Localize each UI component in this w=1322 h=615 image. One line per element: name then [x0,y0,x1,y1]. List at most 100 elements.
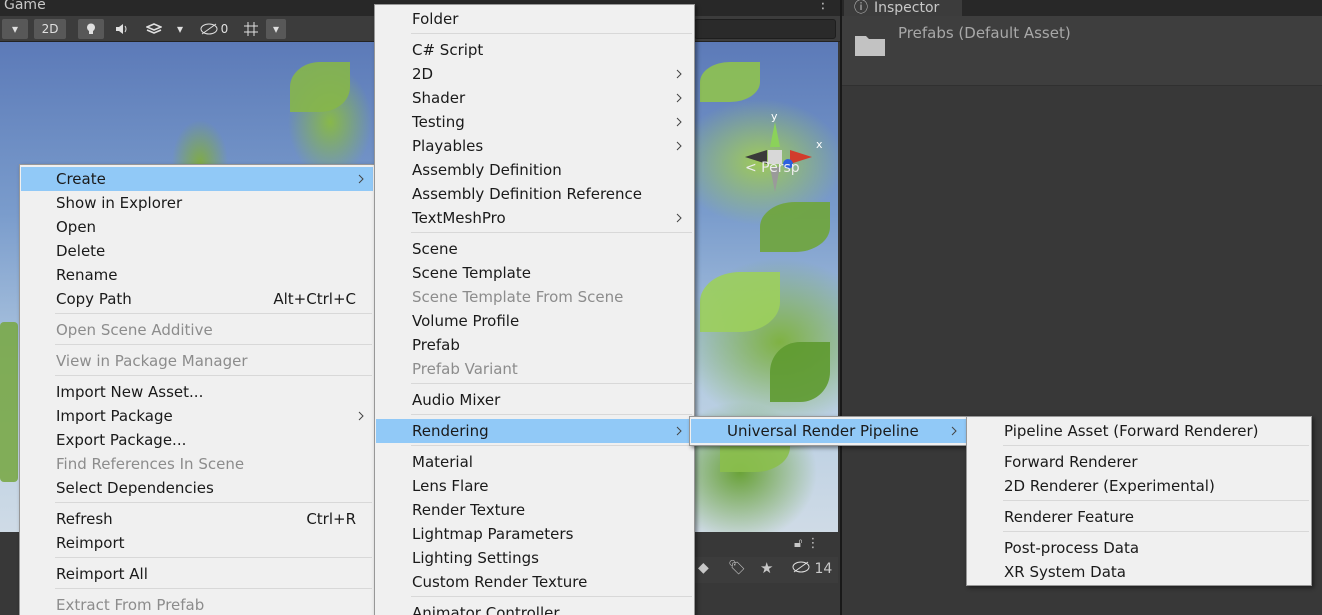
chevron-right-icon [676,141,682,151]
filter-by-type-icon[interactable]: ◆ [698,560,709,576]
chevron-right-icon [676,213,682,223]
perspective-toggle[interactable]: < Persp [745,160,800,176]
orientation-gizmo[interactable]: y x [740,112,830,202]
hidden-packages-toggle[interactable]: 14 [792,561,832,577]
menu-item-view-in-package-manager: View in Package Manager [21,349,373,373]
mode-2d-button[interactable]: 2D [34,19,66,39]
inspector-info-icon: ⓘ [854,0,868,16]
menu-separator [55,588,372,589]
menu-separator [55,313,372,314]
menu-item-shader[interactable]: Shader [376,86,693,110]
menu-separator [55,344,372,345]
menu-item-forward-renderer[interactable]: Forward Renderer [968,450,1310,474]
menu-item-label: Scene Template [412,264,531,282]
menu-item-rendering[interactable]: Rendering [376,419,693,443]
menu-item-prefab[interactable]: Prefab [376,333,693,357]
effects-dropdown-icon[interactable]: ▾ [170,19,190,39]
lock-icon[interactable]: 🔓︎ ⋮ [794,536,820,551]
menu-item-open-scene-additive: Open Scene Additive [21,318,373,342]
y-axis-cone[interactable] [770,122,780,147]
audio-toggle-button[interactable] [108,19,136,39]
menu-item-label: XR System Data [1004,563,1126,581]
menu-item-label: TextMeshPro [412,209,506,227]
menu-item-create[interactable]: Create [21,167,373,191]
menu-item-import-new-asset[interactable]: Import New Asset... [21,380,373,404]
menu-item-label: Lens Flare [412,477,489,495]
hidden-package-count: 14 [814,561,833,577]
menu-item-show-in-explorer[interactable]: Show in Explorer [21,191,373,215]
grid-dropdown-icon[interactable]: ▾ [266,19,286,39]
foliage-decoration [700,272,780,332]
menu-item-delete[interactable]: Delete [21,239,373,263]
menu-item-label: Lighting Settings [412,549,539,567]
menu-item-label: Renderer Feature [1004,508,1134,526]
menu-item-csharp-script[interactable]: C# Script [376,38,693,62]
menu-item-testing[interactable]: Testing [376,110,693,134]
label-tag-icon[interactable]: 🏷︎ [728,560,746,576]
menu-item-scene[interactable]: Scene [376,237,693,261]
menu-item-2d[interactable]: 2D [376,62,693,86]
menu-item-label: Material [412,453,473,471]
menu-item-shortcut: Ctrl+R [306,510,356,528]
menu-item-material[interactable]: Material [376,450,693,474]
menu-item-textmeshpro[interactable]: TextMeshPro [376,206,693,230]
scene-search-field[interactable] [694,19,836,39]
menu-item-label: 2D Renderer (Experimental) [1004,477,1215,495]
lighting-toggle-button[interactable] [78,19,104,39]
menu-item-reimport-all[interactable]: Reimport All [21,562,373,586]
menu-item-lighting-settings[interactable]: Lighting Settings [376,546,693,570]
menu-item-label: Select Dependencies [56,479,214,497]
chevron-right-icon [358,174,364,184]
menu-item-open[interactable]: Open [21,215,373,239]
menu-item-label: Testing [412,113,465,131]
menu-item-xr-system-data[interactable]: XR System Data [968,560,1310,584]
chevron-right-icon [676,69,682,79]
menu-item-label: Post-process Data [1004,539,1140,557]
menu-item-assembly-definition-reference[interactable]: Assembly Definition Reference [376,182,693,206]
menu-item-lens-flare[interactable]: Lens Flare [376,474,693,498]
menu-item-audio-mixer[interactable]: Audio Mixer [376,388,693,412]
asset-title: Prefabs (Default Asset) [898,24,1071,42]
menu-item-lightmap-parameters[interactable]: Lightmap Parameters [376,522,693,546]
menu-item-rename[interactable]: Rename [21,263,373,287]
effects-toggle-button[interactable] [140,19,168,39]
menu-item-select-dependencies[interactable]: Select Dependencies [21,476,373,500]
menu-item-scene-template[interactable]: Scene Template [376,261,693,285]
menu-item-prefab-variant: Prefab Variant [376,357,693,381]
menu-item-export-package[interactable]: Export Package... [21,428,373,452]
menu-item-render-texture[interactable]: Render Texture [376,498,693,522]
menu-item-label: Create [56,170,106,188]
menu-item-pipeline-asset[interactable]: Pipeline Asset (Forward Renderer) [968,419,1310,443]
menu-item-copy-path[interactable]: Copy Path Alt+Ctrl+C [21,287,373,311]
menu-item-custom-render-texture[interactable]: Custom Render Texture [376,570,693,594]
menu-item-label: 2D [412,65,434,83]
menu-item-folder[interactable]: Folder [376,7,693,31]
menu-item-volume-profile[interactable]: Volume Profile [376,309,693,333]
x-axis-label: x [816,138,823,151]
scene-options-icon[interactable]: ⋮ [816,0,830,12]
menu-item-post-process-data[interactable]: Post-process Data [968,536,1310,560]
menu-item-reimport[interactable]: Reimport [21,531,373,555]
menu-item-renderer-feature[interactable]: Renderer Feature [968,505,1310,529]
grid-toggle-button[interactable] [238,19,264,39]
menu-item-scene-template-from-scene: Scene Template From Scene [376,285,693,309]
menu-item-label: Folder [412,10,459,28]
tab-inspector[interactable]: ⓘ Inspector [844,0,962,16]
favorite-star-icon[interactable]: ★ [760,559,773,577]
tab-game[interactable]: Game [0,0,46,13]
hidden-object-count: 0 [220,22,229,36]
foliage-decoration [0,322,18,482]
menu-item-refresh[interactable]: Refresh Ctrl+R [21,507,373,531]
menu-item-import-package[interactable]: Import Package [21,404,373,428]
dropdown-icon[interactable]: ▾ [2,19,28,39]
menu-item-label: Find References In Scene [56,455,245,473]
menu-item-label: Delete [56,242,106,260]
menu-item-find-references-in-scene: Find References In Scene [21,452,373,476]
menu-item-2d-renderer[interactable]: 2D Renderer (Experimental) [968,474,1310,498]
menu-item-playables[interactable]: Playables [376,134,693,158]
menu-item-assembly-definition[interactable]: Assembly Definition [376,158,693,182]
menu-item-label: Reimport All [56,565,148,583]
menu-item-animator-controller[interactable]: Animator Controller [376,601,693,615]
scene-visibility-toggle[interactable]: 0 [194,19,234,39]
menu-item-universal-render-pipeline[interactable]: Universal Render Pipeline [691,419,966,443]
